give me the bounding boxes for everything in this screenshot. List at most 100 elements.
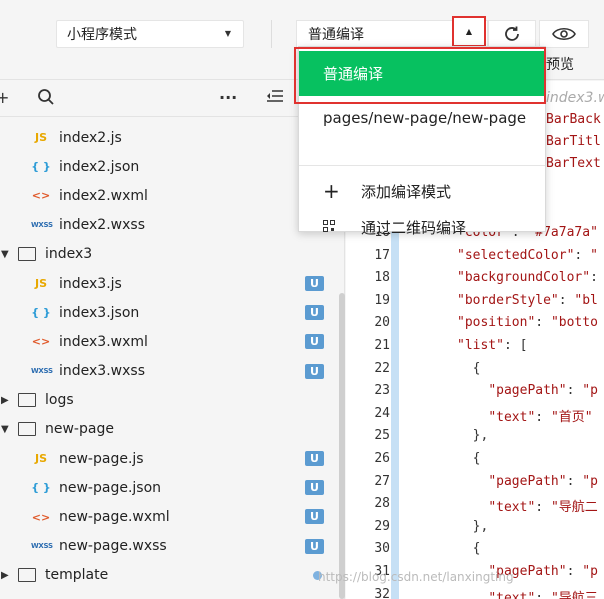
folder-icon bbox=[18, 421, 36, 436]
code-line: }, bbox=[457, 428, 489, 444]
compile-dropdown-toggle[interactable]: ▲ bbox=[452, 16, 486, 47]
refresh-button[interactable] bbox=[488, 20, 536, 48]
wxml-file-icon: <> bbox=[31, 189, 51, 203]
menu-item-label: pages/new-page/new-page bbox=[323, 109, 527, 127]
ide-window: 小程序模式 ▼ 普通编译 ▲ 预览 + ··· JS index2.js {}… bbox=[0, 0, 604, 599]
file-label: new-page.wxss bbox=[59, 538, 167, 555]
folder-icon bbox=[18, 567, 36, 582]
more-icon[interactable]: ··· bbox=[219, 88, 237, 107]
folder-label: index3 bbox=[45, 246, 93, 263]
file-item[interactable]: JS new-page.js U bbox=[0, 444, 338, 473]
refresh-icon bbox=[505, 26, 519, 41]
file-item[interactable]: WXSS index2.wxss bbox=[0, 211, 338, 240]
folder-icon bbox=[18, 392, 36, 407]
file-item[interactable]: JS index3.js U bbox=[0, 269, 338, 298]
code-line: "text": "首页" bbox=[488, 409, 593, 425]
search-icon[interactable] bbox=[37, 88, 55, 110]
wxss-file-icon: WXSS bbox=[31, 367, 53, 376]
json-file-icon: { } bbox=[31, 160, 51, 174]
menu-item-page-path[interactable]: pages/new-page/new-page bbox=[299, 98, 545, 138]
file-label: index3.wxss bbox=[59, 363, 145, 380]
file-item[interactable]: WXSS new-page.wxss U bbox=[0, 532, 338, 561]
wxml-file-icon: <> bbox=[31, 510, 51, 524]
line-number: 30 bbox=[374, 541, 390, 557]
file-explorer: + ··· JS index2.js { } index2.json <> index2.… bbox=[0, 81, 345, 599]
menu-item-add-mode[interactable]: + 添加编译模式 bbox=[299, 171, 545, 211]
plus-icon: + bbox=[323, 179, 340, 203]
menu-divider bbox=[299, 165, 545, 166]
code-line: "text": "导航三 bbox=[488, 590, 598, 599]
file-item[interactable]: { } new-page.json U bbox=[0, 473, 338, 502]
eye-icon bbox=[552, 27, 576, 41]
file-label: index3.js bbox=[59, 275, 122, 292]
file-item[interactable]: JS index2.js bbox=[0, 123, 338, 152]
scrollbar[interactable] bbox=[339, 293, 345, 599]
untracked-badge: U bbox=[305, 509, 324, 525]
wxss-file-icon: WXSS bbox=[31, 221, 53, 230]
file-tree: JS index2.js { } index2.json <> index2.wxml WX… bbox=[0, 123, 338, 590]
file-item[interactable]: { } index2.json bbox=[0, 152, 338, 181]
folder-logs[interactable]: ▶ logs bbox=[0, 386, 338, 415]
untracked-badge: U bbox=[305, 480, 324, 496]
folder-label: new-page bbox=[45, 421, 114, 438]
line-number: 25 bbox=[374, 428, 390, 444]
chevron-down-icon: ▼ bbox=[1, 423, 9, 435]
file-label: index2.wxss bbox=[59, 217, 145, 234]
code-line: "pagePath": "p bbox=[488, 473, 598, 489]
menu-item-label: 普通编译 bbox=[323, 65, 384, 83]
preview-label: 预览 bbox=[546, 57, 574, 73]
code-line: }, bbox=[457, 518, 489, 534]
caret-down-icon: ▼ bbox=[224, 29, 231, 38]
code-line: "text": "导航二 bbox=[488, 500, 598, 516]
file-label: index2.js bbox=[59, 129, 122, 146]
code-line: { bbox=[457, 360, 481, 376]
code-line: BarBack bbox=[546, 112, 601, 127]
js-file-icon: JS bbox=[34, 131, 47, 145]
file-label: index3.json bbox=[59, 304, 140, 321]
code-line: "position": "botto bbox=[457, 315, 598, 331]
file-item[interactable]: <> new-page.wxml U bbox=[0, 502, 338, 531]
menu-item-qr-compile[interactable]: 通过二维码编译 bbox=[299, 207, 545, 247]
file-item[interactable]: <> index3.wxml U bbox=[0, 327, 338, 356]
line-number: 20 bbox=[374, 315, 390, 331]
line-number: 29 bbox=[374, 518, 390, 534]
chevron-down-icon: ▼ bbox=[1, 248, 9, 260]
menu-item-label: 添加编译模式 bbox=[361, 182, 452, 201]
line-number: 17 bbox=[374, 247, 390, 263]
folder-new-page[interactable]: ▼ new-page bbox=[0, 415, 338, 444]
file-label: index2.wxml bbox=[59, 187, 148, 204]
compile-mode-menu: 普通编译 pages/new-page/new-page + 添加编译模式 通过… bbox=[298, 46, 546, 237]
compile-select-label: 普通编译 bbox=[308, 27, 364, 43]
line-number: 24 bbox=[374, 405, 390, 421]
file-item[interactable]: WXSS index3.wxss U bbox=[0, 357, 338, 386]
line-number: 32 bbox=[374, 586, 390, 599]
wxml-file-icon: <> bbox=[31, 335, 51, 349]
line-number: 27 bbox=[374, 473, 390, 489]
divider bbox=[271, 20, 272, 48]
untracked-badge: U bbox=[305, 363, 324, 379]
folder-template[interactable]: ▶ template bbox=[0, 561, 338, 590]
line-number: 22 bbox=[374, 360, 390, 376]
wxss-file-icon: WXSS bbox=[31, 542, 53, 551]
line-number: 18 bbox=[374, 270, 390, 286]
code-line: "pagePath": "p bbox=[488, 383, 598, 399]
folder-index3[interactable]: ▼ index3 bbox=[0, 240, 338, 269]
collapse-icon[interactable] bbox=[266, 88, 284, 108]
mode-select[interactable]: 小程序模式 ▼ bbox=[56, 20, 244, 48]
file-label: new-page.json bbox=[59, 479, 162, 496]
menu-item-normal-compile[interactable]: 普通编译 bbox=[299, 51, 545, 96]
chevron-right-icon: ▶ bbox=[1, 569, 9, 581]
editor-tab-title[interactable]: index3.wx bbox=[546, 90, 604, 106]
chevron-right-icon: ▶ bbox=[1, 394, 9, 406]
file-item[interactable]: <> index2.wxml bbox=[0, 181, 338, 210]
add-icon[interactable]: + bbox=[0, 88, 9, 107]
file-label: new-page.wxml bbox=[59, 509, 170, 526]
folder-label: logs bbox=[45, 392, 74, 409]
code-line: BarText bbox=[546, 156, 601, 171]
file-item[interactable]: { } index3.json U bbox=[0, 298, 338, 327]
caret-up-icon: ▲ bbox=[465, 27, 473, 36]
preview-button[interactable] bbox=[539, 20, 589, 48]
untracked-badge: U bbox=[305, 275, 324, 291]
code-line: "selectedColor": " bbox=[457, 247, 598, 263]
menu-item-label: 通过二维码编译 bbox=[361, 218, 467, 237]
